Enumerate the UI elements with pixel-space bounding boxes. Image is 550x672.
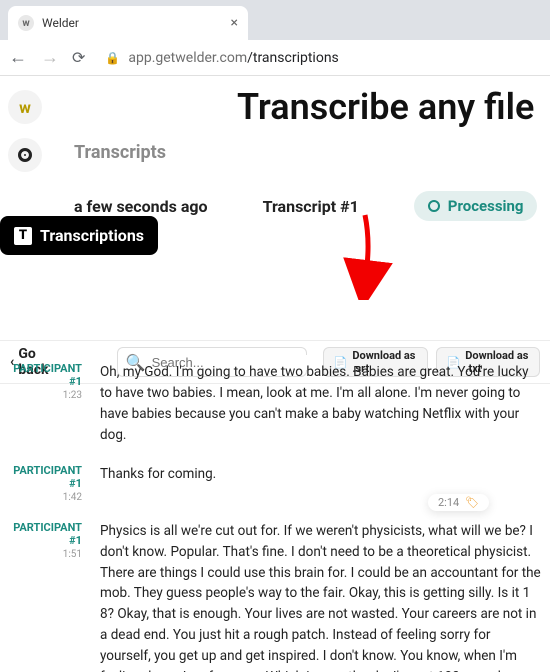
segment-speaker: PARTICIPANT #1 (4, 464, 82, 490)
transcript-body: PARTICIPANT #1 1:23 Oh, my God. I'm goin… (0, 352, 550, 672)
back-arrow-icon[interactable]: ← (8, 47, 28, 68)
record-icon[interactable] (8, 138, 42, 172)
transcriptions-icon: T (14, 227, 32, 245)
tab-title: Welder (42, 16, 223, 30)
page-title: Transcribe any file (237, 86, 550, 128)
reload-icon[interactable]: ⟳ (72, 48, 85, 67)
segment-text[interactable]: Thanks for coming. (100, 464, 216, 503)
processing-spinner-icon (428, 200, 440, 212)
transcriptions-button[interactable]: T Transcriptions (0, 216, 158, 255)
timestamp-pill[interactable]: 2:14 🏷 (428, 494, 489, 511)
favicon: w (18, 15, 34, 31)
tag-icon: 🏷 (465, 496, 479, 509)
segment-time: 1:23 (4, 390, 82, 401)
transcript-segment: PARTICIPANT #1 1:23 Oh, my God. I'm goin… (4, 362, 542, 446)
url-bar[interactable]: 🔒 app.getwelder.com/transcriptions (97, 50, 542, 66)
segment-text[interactable]: Oh, my God. I'm going to have two babies… (100, 362, 542, 446)
url-text: app.getwelder.com/transcriptions (128, 50, 338, 66)
browser-toolbar: ← → ⟳ 🔒 app.getwelder.com/transcriptions (0, 40, 550, 76)
segment-speaker: PARTICIPANT #1 (4, 521, 82, 547)
segment-time: 1:42 (4, 492, 82, 503)
browser-tab[interactable]: w Welder × (8, 6, 248, 40)
row-time: a few seconds ago (74, 197, 208, 216)
section-title: Transcripts (74, 142, 550, 163)
close-icon[interactable]: × (231, 15, 238, 31)
content-header: Transcribe any file Transcripts a few se… (62, 76, 550, 221)
browser-tab-strip: w Welder × (0, 0, 550, 40)
segment-speaker: PARTICIPANT #1 (4, 362, 82, 388)
sidebar: w (0, 76, 50, 172)
forward-arrow-icon: → (40, 47, 60, 68)
logo-icon[interactable]: w (8, 90, 42, 124)
segment-text[interactable]: Physics is all we're cut out for. If we … (100, 521, 542, 672)
status-badge: Processing (414, 191, 538, 221)
row-name: Transcript #1 (263, 197, 359, 216)
segment-time: 1:51 (4, 549, 82, 560)
annotation-arrow (340, 210, 400, 300)
lock-icon: 🔒 (105, 51, 120, 65)
transcript-segment: PARTICIPANT #1 1:51 Physics is all we're… (4, 521, 542, 672)
